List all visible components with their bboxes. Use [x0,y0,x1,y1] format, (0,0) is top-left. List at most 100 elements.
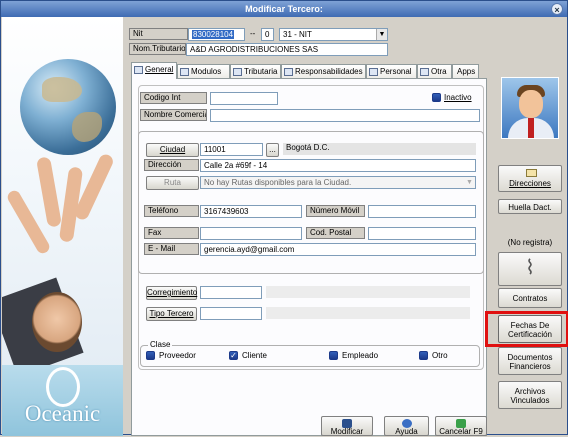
user-avatar[interactable] [501,77,559,139]
nit-dash: -- [250,29,256,38]
direccion-field[interactable]: Calle 2a #69f - 14 [200,159,476,172]
archivos-vinculados-button[interactable]: Archivos Vinculados [498,381,562,409]
otro-label: Otro [432,351,448,360]
inactivo-checkbox[interactable] [432,93,441,102]
empleado-label: Empleado [342,351,379,360]
movil-field[interactable] [368,205,476,218]
direcciones-button[interactable]: Direcciones [498,165,562,192]
right-actions: Direcciones Huella Dact. (No registra) ⌇… [492,71,568,436]
logo-text: Oceanic [24,401,101,426]
window-title: Modificar Tercero: [245,4,323,14]
tax-icon [233,68,242,76]
documentos-label-1: Documentos [507,353,553,362]
documentos-financieros-button[interactable]: Documentos Financieros [498,347,562,375]
no-registra-text: (No registra) [507,238,553,247]
paperclip-icon[interactable]: ⌇ [498,252,562,286]
telefono-label: Teléfono [144,205,199,217]
close-icon[interactable]: × [551,3,563,15]
tab-personal[interactable]: Personal [366,64,417,79]
proveedor-label: Proveedor [159,351,196,360]
other-icon [420,68,429,76]
direccion-label: Dirección [144,159,199,171]
highlight-box [485,311,568,347]
cliente-checkbox[interactable]: ✓ [229,351,238,360]
tipo-tercero-button[interactable]: Tipo Tercero [146,307,197,321]
codigo-int-field[interactable] [210,92,278,105]
nit-label: Nit [129,28,188,40]
postal-label: Cod. Postal [306,227,365,239]
empleado-checkbox[interactable] [329,351,338,360]
nom-tributario-label: Nom.Tributario [129,43,186,55]
contratos-button[interactable]: Contratos [498,288,562,308]
nom-tributario-field[interactable]: A&D AGRODISTRIBUCIONES SAS [186,43,388,56]
doc-type-select[interactable]: 31 - NIT ▼ [279,28,388,41]
proveedor-checkbox[interactable] [146,351,155,360]
person-image [32,292,82,352]
tab-general[interactable]: General [131,62,177,79]
cancel-icon [456,419,466,428]
fax-label: Fax [144,227,199,239]
postal-field[interactable] [368,227,476,240]
modules-icon [180,68,189,76]
telefono-field[interactable]: 3167439603 [200,205,302,218]
corregimiento-button[interactable]: Corregimiento [146,286,197,300]
archivos-label-1: Archivos [514,387,546,396]
documentos-label-2: Financieros [509,362,551,371]
chevron-down-icon[interactable]: ▼ [464,177,475,188]
nit-field[interactable]: 830028104 [188,28,245,41]
cliente-label: Cliente [242,351,267,360]
tipo-tercero-name [266,307,470,319]
ruta-select[interactable]: No hay Rutas disponibles para la Ciudad.… [200,176,476,189]
codigo-int-label: Codigo Int [140,92,207,104]
modificar-button[interactable]: Modificar [321,416,373,436]
chevron-down-icon[interactable]: ▼ [376,29,387,40]
archivos-label-2: Vinculados [510,396,550,405]
ciudad-name: Bogotá D.C. [283,143,476,155]
globe-land [42,77,82,102]
nit-value: 830028104 [192,30,235,39]
tab-modulos[interactable]: Modulos [177,64,230,79]
nombre-comercial-field[interactable] [210,109,480,122]
direcciones-label: Direcciones [509,179,551,188]
main-window: Modificar Tercero: × Oceanic Nit 8300281… [0,0,568,436]
responsibilities-icon [284,68,293,76]
tab-apps[interactable]: Apps [452,64,479,79]
avatar-face [519,90,543,118]
contratos-label: Contratos [512,294,548,303]
ciudad-button[interactable]: Ciudad [146,143,199,157]
inactivo-label: Inactivo [444,93,472,102]
corregimiento-field[interactable] [200,286,262,299]
tab-tributaria[interactable]: Tributaria [230,64,281,79]
avatar-tie [528,118,534,138]
fax-field[interactable] [200,227,302,240]
huella-button[interactable]: Huella Dact. [498,199,562,214]
huella-label: Huella Dact. [508,203,552,212]
save-icon [342,419,352,428]
email-field[interactable]: gerencia.ayd@gmail.com [200,243,476,256]
general-icon [134,66,143,74]
email-label: E - Mail [144,243,199,255]
ciudad-code-field[interactable]: 11001 [200,143,263,156]
movil-label: Número Móvil [306,205,365,217]
clase-label: Clase [148,340,173,349]
hand-image [36,156,62,228]
ruta-value: No hay Rutas disponibles para la Ciudad. [204,178,352,187]
personal-icon [369,68,378,76]
ciudad-lookup-button[interactable]: ... [266,143,279,157]
title-bar: Modificar Tercero: × [1,1,567,17]
otro-checkbox[interactable] [419,351,428,360]
ruta-button[interactable]: Ruta [146,176,199,190]
oceanic-logo: Oceanic [2,365,123,436]
globe-image [20,59,116,155]
tab-responsabilidades[interactable]: Responsabilidades [281,64,366,79]
help-icon [401,419,412,428]
tipo-tercero-field[interactable] [200,307,262,320]
cancelar-button[interactable]: Cancelar F9 [435,416,487,436]
check-digit-field[interactable]: 0 [261,28,274,41]
branding-panel: Oceanic [2,17,123,436]
nombre-comercial-label: Nombre Comercial [140,109,207,121]
corregimiento-name [266,286,470,298]
ayuda-button[interactable]: Ayuda [384,416,429,436]
doc-type-value: 31 - NIT [283,30,312,39]
tab-otra[interactable]: Otra [417,64,452,79]
